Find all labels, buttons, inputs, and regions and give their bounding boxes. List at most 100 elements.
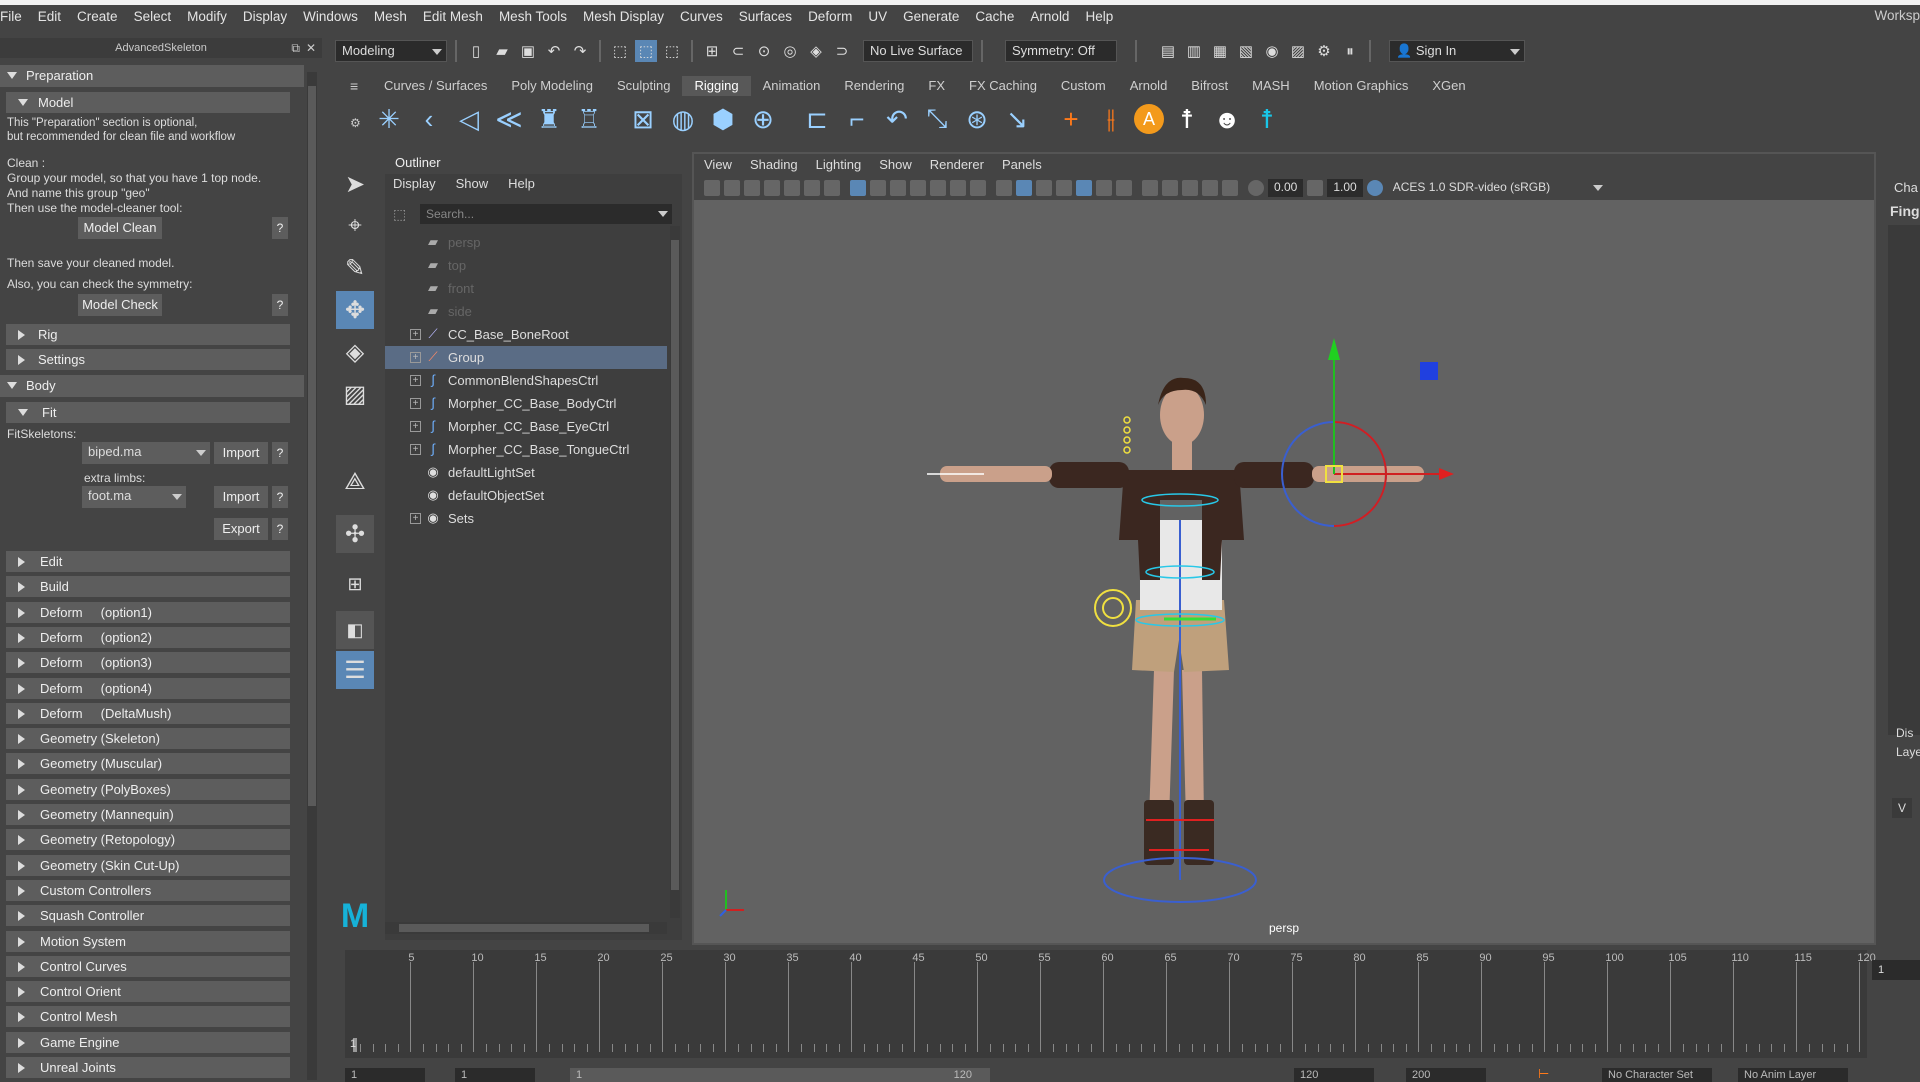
fit-skeleton-dropdown[interactable]: biped.ma [82,442,210,464]
menu-display[interactable]: Display [235,9,295,24]
ambient-occlusion-icon[interactable] [1222,180,1238,196]
import-help-button[interactable]: ? [272,442,288,464]
section-item[interactable]: Geometry (Skin Cut-Up) [6,854,290,876]
as-selector-icon[interactable]: ☨ [1250,102,1284,136]
time-slider[interactable]: 5 10 15 20 25 30 35 40 45 50 55 60 65 70 75 80 85 90 95 100… [345,950,1876,1058]
tab-sculpting[interactable]: Sculpting [605,76,682,96]
model-check-help-button[interactable]: ? [272,294,288,316]
current-time-field[interactable]: 1 [1872,960,1920,980]
paint-weights-icon[interactable]: ◍ [666,102,700,136]
sign-in-dropdown[interactable]: 👤 Sign In [1389,40,1525,62]
as-arnold-icon[interactable]: A [1134,104,1164,134]
wireframe-icon[interactable] [996,180,1012,196]
menu-arnold[interactable]: Arnold [1022,9,1077,24]
section-item[interactable]: Control Curves [6,955,290,977]
menu-help[interactable]: Help [1077,9,1121,24]
channel-box-tab[interactable]: Cha [1894,180,1918,195]
pole-vector-icon[interactable]: ↘ [1000,102,1034,136]
snap-projected-icon[interactable]: ◎ [779,40,801,62]
section-item[interactable]: Build [6,576,290,598]
lattice-icon[interactable]: ⬢ [706,102,740,136]
as-face-icon[interactable]: ☻ [1210,102,1244,136]
menu-select[interactable]: Select [126,9,180,24]
ipr-render-icon[interactable]: ▦ [1209,40,1231,62]
section-item[interactable]: Control Orient [6,981,290,1003]
outliner-vscroll[interactable] [670,226,680,918]
hypershade-icon[interactable]: ◉ [1261,40,1283,62]
quick-rig-icon[interactable]: ♜ [532,102,566,136]
ik-spline-icon[interactable]: ◁ [452,102,486,136]
outliner-item[interactable]: ▰ front [385,277,667,300]
select-hierarchy-icon[interactable]: ⬚ [609,40,631,62]
import-limbs-help-button[interactable]: ? [272,486,288,508]
field-chart-icon[interactable] [930,180,946,196]
move-tool-icon[interactable]: ✥ [336,291,374,329]
vp-menu-lighting[interactable]: Lighting [816,154,862,176]
tab-motion-graphics[interactable]: Motion Graphics [1302,76,1421,96]
section-preparation[interactable]: Preparation [0,65,304,87]
outliner-item[interactable]: + ⟋ Group [385,346,667,369]
menu-modify[interactable]: Modify [179,9,235,24]
save-scene-icon[interactable]: ▣ [517,40,539,62]
tab-fx[interactable]: FX [916,76,957,96]
section-body[interactable]: Body [0,375,304,397]
time-slider-track[interactable]: 5 10 15 20 25 30 35 40 45 50 55 60 65 70 75 80 85 90 95 100… [355,950,1876,1052]
shelf-menu-icon[interactable]: ≡ [350,78,358,94]
rotate-tool-icon[interactable]: ◈ [336,333,374,371]
soft-select-icon[interactable]: ⟁ [336,463,374,501]
outliner-layout-icon[interactable]: ☰ [336,651,374,689]
menu-edit[interactable]: Edit [30,9,69,24]
expand-icon[interactable]: + [410,398,421,409]
section-item[interactable]: Edit [6,551,290,572]
outliner-item[interactable]: ▰ top [385,254,667,277]
symmetry-dropdown[interactable]: Symmetry: Off [1005,40,1117,62]
section-item[interactable]: Control Mesh [6,1006,290,1028]
tab-rigging[interactable]: Rigging [682,76,751,96]
four-view-icon[interactable]: ⊞ [336,565,374,603]
outliner-hscroll-thumb[interactable] [399,924,649,932]
pause-icon[interactable]: ⏸ [1339,40,1361,62]
menu-surfaces[interactable]: Surfaces [731,9,800,24]
section-item[interactable]: Geometry (Retopology) [6,829,290,851]
arnold-ipr-icon[interactable]: ⚙ [1313,40,1335,62]
menu-curves[interactable]: Curves [672,9,731,24]
humanik-icon[interactable]: ♖ [572,102,606,136]
outliner-item[interactable]: + ⟋ CC_Base_BoneRoot [385,323,667,346]
2d-pan-icon[interactable] [804,180,820,196]
vp-menu-shading[interactable]: Shading [750,154,798,176]
menu-create[interactable]: Create [69,9,126,24]
camera-select-icon[interactable] [704,180,720,196]
scale-tool-icon[interactable]: ▨ [336,375,374,413]
snap-grid-icon[interactable]: ⊞ [701,40,723,62]
select-component-icon[interactable]: ⬚ [661,40,683,62]
as-ik-icon[interactable]: ⫲ [1094,102,1128,136]
vp-menu-show[interactable]: Show [879,154,912,176]
undo-icon[interactable]: ↶ [543,40,565,62]
render-settings-icon[interactable]: ▧ [1235,40,1257,62]
select-object-icon[interactable]: ⬚ [635,40,657,62]
shadows-icon[interactable] [1116,180,1132,196]
new-scene-icon[interactable]: ▯ [465,40,487,62]
grease-pencil-icon[interactable] [784,180,800,196]
bookmark-icon[interactable] [744,180,760,196]
vp-menu-panels[interactable]: Panels [1002,154,1042,176]
ik-handle-icon[interactable]: ‹ [412,102,446,136]
tab-bifrost[interactable]: Bifrost [1179,76,1240,96]
section-item[interactable]: Squash Controller [6,905,290,927]
outliner-item[interactable]: + ◉ Sets [385,507,667,530]
snap-point-icon[interactable]: ⊙ [753,40,775,62]
menu-edit-mesh[interactable]: Edit Mesh [415,9,491,24]
as-scrollbar[interactable] [307,72,317,1080]
tab-animation[interactable]: Animation [751,76,833,96]
single-view-icon[interactable]: ✣ [336,515,374,553]
paint-select-icon[interactable]: ✎ [336,249,374,287]
tab-poly-modeling[interactable]: Poly Modeling [499,76,605,96]
shelf-gear-icon[interactable]: ⚙ [350,116,361,130]
vp-menu-view[interactable]: View [704,154,732,176]
default-material-icon[interactable] [1036,180,1052,196]
menu-set-dropdown[interactable]: Modeling [335,40,447,62]
film-gate-icon[interactable] [870,180,886,196]
filter-icon[interactable]: ⬚ [393,206,406,223]
lasso-tool-icon[interactable]: ⌖ [336,207,374,245]
workspace-label[interactable]: Worksp [1874,8,1920,23]
